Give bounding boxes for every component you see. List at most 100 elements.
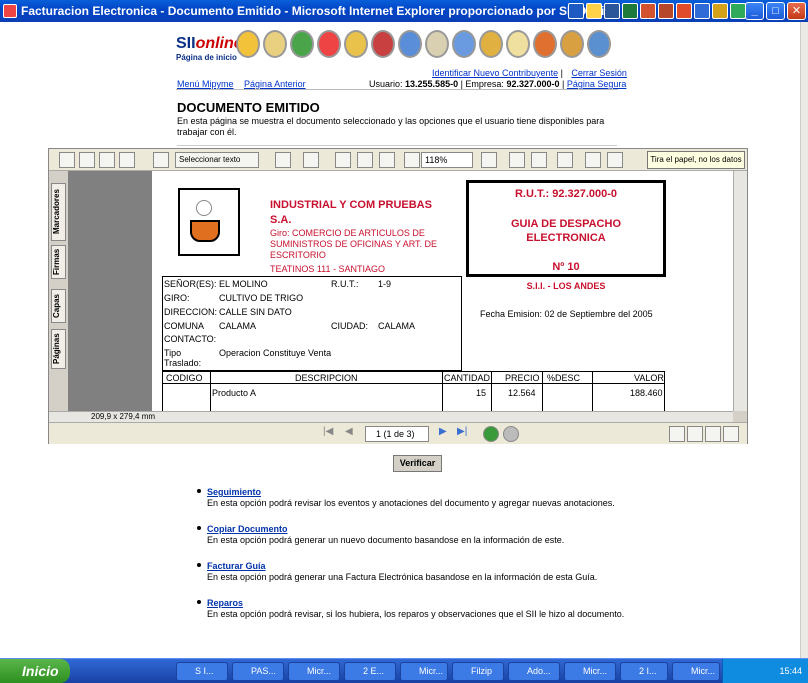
taskbar-item[interactable]: S I...	[176, 662, 228, 681]
system-tray: 15:44	[722, 659, 808, 683]
menu-mipyme-link[interactable]: Menú Mipyme	[177, 79, 234, 89]
verify-button[interactable]: Verificar	[393, 455, 442, 472]
app-icon[interactable]	[712, 3, 728, 19]
last-page-icon[interactable]: ▶|	[457, 426, 473, 442]
service-icon[interactable]	[317, 30, 341, 58]
app-icon[interactable]	[586, 3, 602, 19]
find-icon[interactable]	[119, 152, 135, 168]
email-icon[interactable]	[99, 152, 115, 168]
service-icon[interactable]	[479, 30, 503, 58]
help-icon[interactable]	[587, 30, 611, 58]
house-icon[interactable]	[344, 30, 368, 58]
table-cell: Producto A	[212, 388, 257, 398]
minimize-button[interactable]: _	[745, 2, 764, 20]
continuous-facing-icon[interactable]	[723, 426, 739, 442]
start-button[interactable]: Inicio	[0, 659, 70, 683]
browser-scrollbar[interactable]	[800, 22, 808, 658]
app-icon[interactable]	[658, 3, 674, 19]
taskbar-item[interactable]: PAS...	[232, 662, 284, 681]
maximize-button[interactable]: □	[766, 2, 785, 20]
app-icon[interactable]	[640, 3, 656, 19]
actual-size-icon[interactable]	[335, 152, 351, 168]
table-header: %DESC	[547, 373, 581, 383]
rotate-left-icon[interactable]	[509, 152, 525, 168]
page-icon[interactable]	[607, 152, 623, 168]
page-size: 209,9 x 279,4 mm	[91, 412, 156, 421]
service-icon[interactable]	[371, 30, 395, 58]
field-label: CONTACTO:	[164, 334, 217, 344]
taskbar-item[interactable]: Filzip	[452, 662, 504, 681]
taskbar-item[interactable]: Micr...	[400, 662, 448, 681]
table-col-rule	[491, 371, 492, 411]
taskbar-item[interactable]: Micr...	[672, 662, 720, 681]
page-icon[interactable]	[557, 152, 573, 168]
service-icon[interactable]	[425, 30, 449, 58]
single-page-icon[interactable]	[669, 426, 685, 442]
home-link[interactable]: Página de inicio	[176, 53, 237, 62]
app-icon[interactable]	[676, 3, 692, 19]
taskbar-item[interactable]: 2 I...	[620, 662, 668, 681]
taskbar-item[interactable]: Micr...	[288, 662, 340, 681]
chart-icon[interactable]	[506, 30, 530, 58]
fit-page-icon[interactable]	[357, 152, 373, 168]
option-link[interactable]: Seguimiento	[207, 487, 261, 497]
forward-view-icon[interactable]	[503, 426, 519, 442]
field-value: CULTIVO DE TRIGO	[219, 293, 304, 303]
option-link[interactable]: Copiar Documento	[207, 524, 288, 534]
snapshot-icon[interactable]	[275, 152, 291, 168]
service-icon[interactable]	[290, 30, 314, 58]
nav-links: Menú Mipyme Página Anterior	[177, 79, 306, 89]
logout-link[interactable]: Cerrar Sesión	[571, 68, 627, 78]
select-text-tool[interactable]: Seleccionar texto	[175, 152, 259, 168]
taskbar-item[interactable]: 2 E...	[344, 662, 396, 681]
service-icon[interactable]	[560, 30, 584, 58]
taskbar-item[interactable]: Micr...	[564, 662, 616, 681]
company-address: TEATINOS 111 - SANTIAGO	[270, 264, 386, 274]
clock[interactable]: 15:44	[779, 666, 802, 676]
service-icon[interactable]	[236, 30, 260, 58]
tab-bookmarks[interactable]: Marcadores	[51, 183, 66, 241]
new-contributor-link[interactable]: Identificar Nuevo Contribuyente	[432, 68, 558, 78]
app-icon[interactable]	[730, 3, 746, 19]
tab-pages[interactable]: Páginas	[51, 329, 66, 369]
page-icon[interactable]	[585, 152, 601, 168]
zoom-select[interactable]: 118%	[421, 152, 473, 168]
zoom-out-icon[interactable]	[404, 152, 420, 168]
zoom-in-icon[interactable]	[303, 152, 319, 168]
word-icon[interactable]	[604, 3, 620, 19]
app-icon[interactable]	[568, 3, 584, 19]
service-icon[interactable]	[398, 30, 422, 58]
service-icon[interactable]	[263, 30, 287, 58]
page-indicator[interactable]: 1 (1 de 3)	[365, 426, 429, 442]
tab-signatures[interactable]: Firmas	[51, 245, 66, 279]
facing-icon[interactable]	[705, 426, 721, 442]
pdf-sidetabs: Marcadores Firmas Capas Páginas	[49, 171, 67, 411]
secure-page-link[interactable]: Página Segura	[567, 79, 627, 89]
excel-icon[interactable]	[622, 3, 638, 19]
continuous-icon[interactable]	[687, 426, 703, 442]
prev-page-icon[interactable]: ◀	[345, 426, 361, 442]
table-header: VALOR	[634, 373, 664, 383]
tab-layers[interactable]: Capas	[51, 289, 66, 323]
option-link[interactable]: Reparos	[207, 598, 243, 608]
pdf-vscroll[interactable]	[733, 171, 747, 411]
table-col-rule	[542, 371, 543, 411]
save-icon[interactable]	[59, 152, 75, 168]
back-view-icon[interactable]	[483, 426, 499, 442]
app-icon[interactable]	[694, 3, 710, 19]
page-title: DOCUMENTO EMITIDO	[177, 100, 320, 115]
fit-width-icon[interactable]	[379, 152, 395, 168]
service-icon[interactable]	[452, 30, 476, 58]
first-page-icon[interactable]: |◀	[323, 426, 339, 442]
next-page-icon[interactable]: ▶	[439, 426, 455, 442]
option-link[interactable]: Facturar Guía	[207, 561, 266, 571]
zoom-in-circle-icon[interactable]	[481, 152, 497, 168]
close-button[interactable]: ✕	[787, 2, 806, 20]
hand-tool-icon[interactable]	[153, 152, 169, 168]
rotate-right-icon[interactable]	[531, 152, 547, 168]
prev-page-link[interactable]: Página Anterior	[244, 79, 306, 89]
emission-date: Fecha Emision: 02 de Septiembre del 2005	[480, 309, 653, 319]
taskbar-item[interactable]: Ado...	[508, 662, 560, 681]
print-icon[interactable]	[79, 152, 95, 168]
service-icon[interactable]	[533, 30, 557, 58]
